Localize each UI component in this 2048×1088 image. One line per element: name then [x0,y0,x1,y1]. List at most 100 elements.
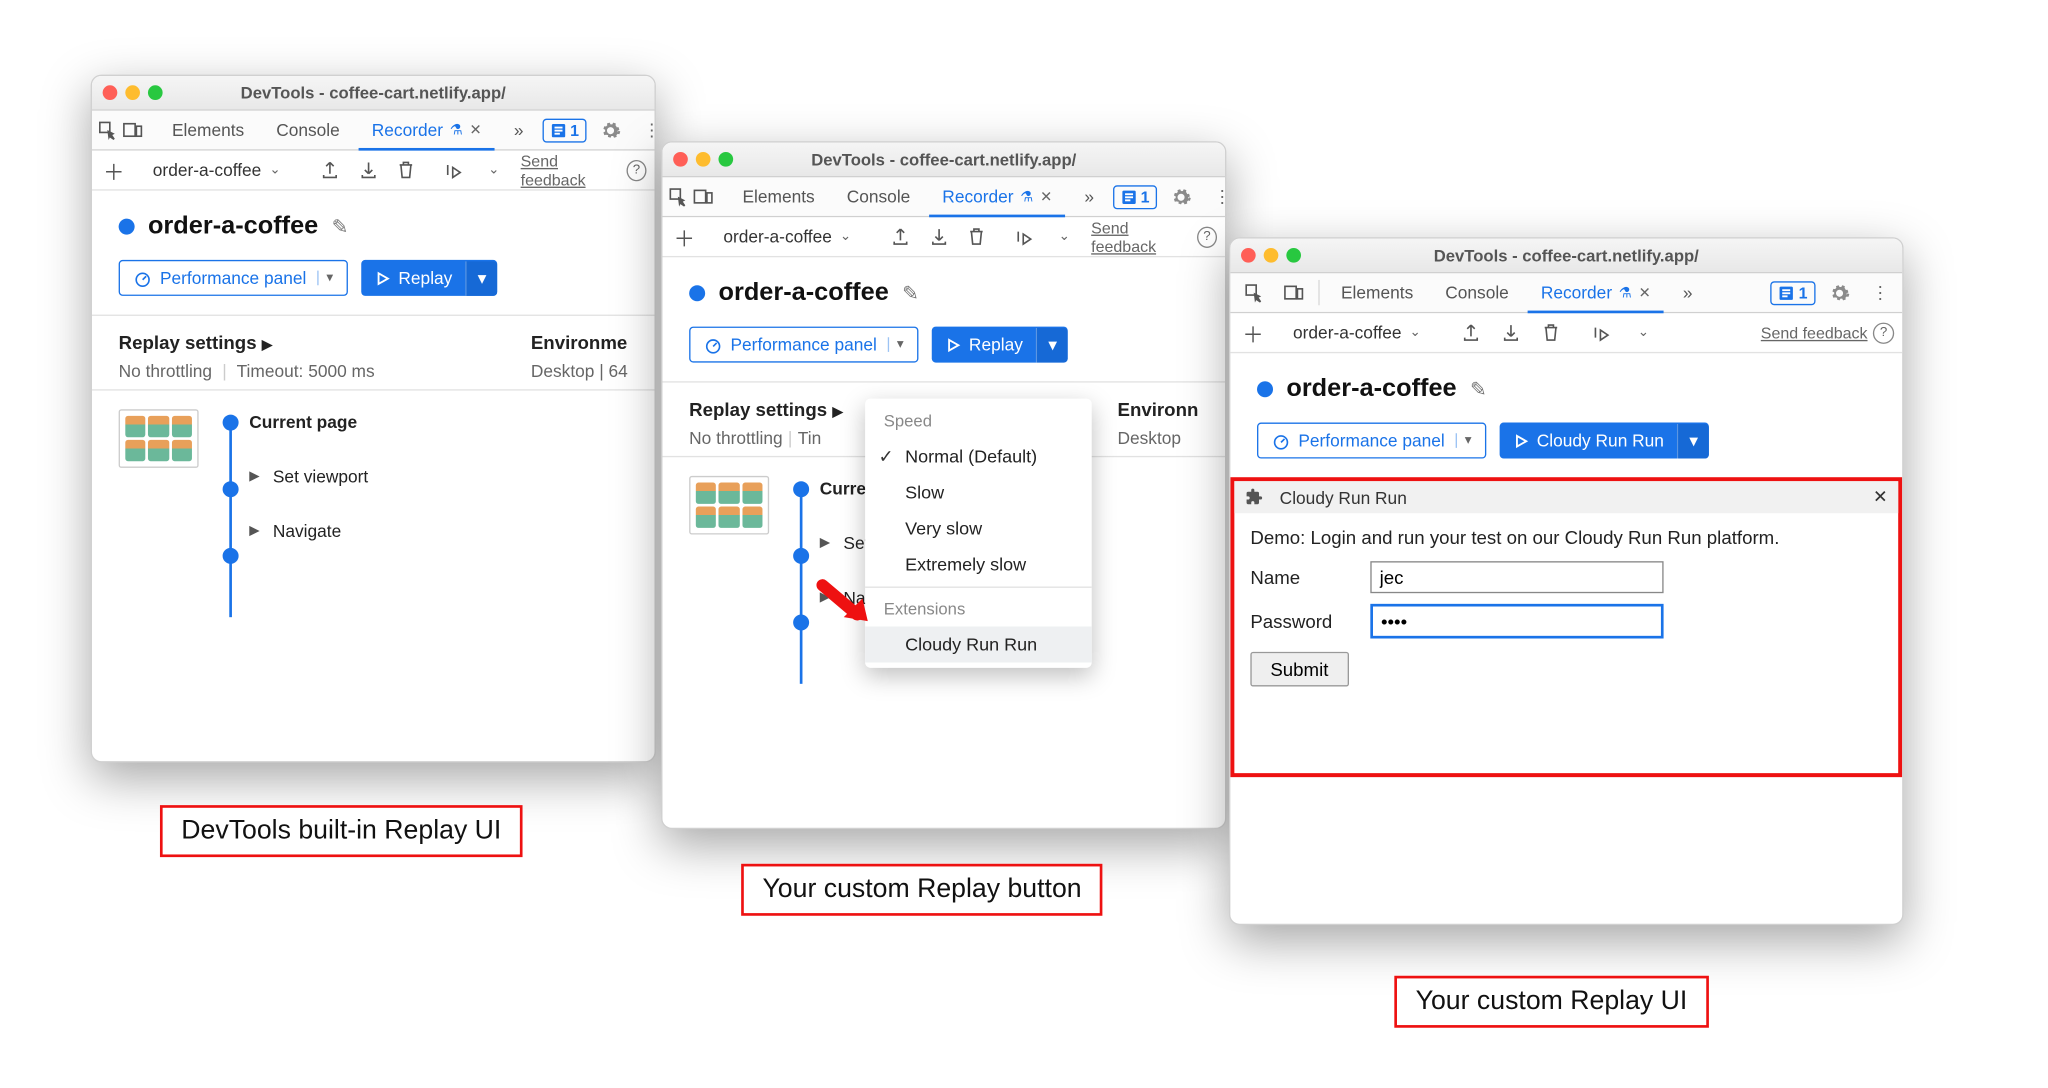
menu-item-very-slow[interactable]: Very slow [865,511,1092,547]
import-icon[interactable] [922,227,955,247]
settings-gear-icon[interactable] [592,119,629,140]
chevron-down-icon[interactable]: ▾ [317,271,333,286]
tab-recorder-label: Recorder [372,119,443,139]
inspect-icon[interactable] [97,111,117,150]
settings-gear-icon[interactable] [1163,186,1200,207]
menu-item-cloudy-run-run[interactable]: Cloudy Run Run [865,627,1092,663]
step-current-page[interactable]: Current page [249,412,368,432]
step-over-icon[interactable] [1586,323,1621,343]
tab-console[interactable]: Console [263,111,353,150]
close-panel-icon[interactable]: ✕ [1873,487,1888,508]
replay-dropdown-toggle[interactable]: ▾ [1677,423,1708,458]
import-icon[interactable] [1494,323,1529,343]
send-feedback-link[interactable]: Send feedback [1091,218,1191,255]
zoom-window-icon[interactable] [148,85,163,100]
help-icon[interactable]: ? [626,159,646,180]
import-icon[interactable] [352,160,385,180]
tab-recorder[interactable]: Recorder ⚗ ✕ [1527,273,1664,313]
delete-icon[interactable] [390,160,423,180]
recording-selector[interactable]: order-a-coffee⌄ [1285,320,1437,345]
password-input[interactable] [1370,604,1663,639]
kebab-menu-icon[interactable]: ⋮ [1206,186,1227,207]
cloudy-run-run-button[interactable]: Cloudy Run Run ▾ [1499,423,1708,459]
minimize-window-icon[interactable] [125,85,140,100]
inspect-icon[interactable] [668,177,688,216]
export-icon[interactable] [1454,323,1489,343]
export-icon[interactable] [314,160,347,180]
menu-item-slow[interactable]: Slow [865,475,1092,511]
close-window-icon[interactable] [1241,248,1256,263]
replay-dropdown-toggle[interactable]: ▾ [1036,327,1067,362]
send-feedback-link[interactable]: Send feedback [1761,323,1868,342]
tab-elements[interactable]: Elements [159,111,258,150]
zoom-window-icon[interactable] [718,152,733,167]
chevron-down-icon[interactable]: ⌄ [1626,325,1661,340]
recording-selector[interactable]: order-a-coffee ⌄ [145,157,297,182]
menu-heading-speed: Speed [865,404,1092,439]
help-icon[interactable]: ? [1873,322,1894,343]
caption-custom-ui: Your custom Replay UI [1394,976,1708,1028]
device-toolbar-icon[interactable] [123,111,143,150]
device-toolbar-icon[interactable] [1276,273,1311,312]
edit-pencil-icon[interactable]: ✎ [902,281,919,305]
send-feedback-link[interactable]: Send feedback [521,151,621,188]
tab-recorder[interactable]: Recorder ⚗ ✕ [358,111,495,151]
submit-button[interactable]: Submit [1250,652,1348,687]
menu-item-normal[interactable]: Normal (Default) [865,439,1092,475]
step-over-icon[interactable] [1010,227,1043,247]
issues-badge[interactable]: 1 [542,118,587,142]
replay-settings-heading[interactable]: Replay settings▶ [689,399,843,420]
step-set-viewport[interactable]: ▶Set viewport [249,467,368,487]
tabs-overflow[interactable]: » [1071,177,1107,216]
delete-icon[interactable] [960,227,993,247]
help-icon[interactable]: ? [1197,226,1217,247]
edit-pencil-icon[interactable]: ✎ [332,215,349,239]
zoom-window-icon[interactable] [1286,248,1301,263]
issues-badge[interactable]: 1 [1113,185,1158,209]
menu-item-extremely-slow[interactable]: Extremely slow [865,547,1092,583]
replay-settings-heading[interactable]: Replay settings▶ [119,332,375,353]
tab-recorder[interactable]: Recorder ⚗ ✕ [929,177,1066,217]
chevron-down-icon[interactable]: ⌄ [1048,229,1081,244]
tab-console[interactable]: Console [1432,273,1522,312]
tabs-overflow[interactable]: » [500,111,536,150]
chevron-down-icon[interactable]: ▾ [1455,433,1471,448]
close-tab-icon[interactable]: ✕ [470,121,482,138]
close-tab-icon[interactable]: ✕ [1639,283,1651,300]
recording-status-dot-icon [1257,381,1273,397]
close-tab-icon[interactable]: ✕ [1040,187,1052,204]
new-recording-button[interactable]: ＋ [670,221,698,253]
flask-icon: ⚗ [450,121,463,138]
close-window-icon[interactable] [103,85,118,100]
replay-button[interactable]: Replay ▾ [932,327,1068,363]
new-recording-button[interactable]: ＋ [100,154,128,186]
step-navigate[interactable]: ▶Navigate [249,521,368,541]
performance-panel-button[interactable]: Performance panel ▾ [1257,423,1486,459]
close-window-icon[interactable] [673,152,688,167]
performance-panel-button[interactable]: Performance panel ▾ [119,260,348,296]
inspect-icon[interactable] [1236,273,1271,312]
chevron-down-icon[interactable]: ▾ [888,337,904,352]
name-input[interactable] [1370,561,1663,593]
replay-dropdown-toggle[interactable]: ▾ [466,261,497,296]
edit-pencil-icon[interactable]: ✎ [1470,377,1487,401]
kebab-menu-icon[interactable]: ⋮ [635,119,656,140]
tab-elements[interactable]: Elements [729,177,828,216]
device-toolbar-icon[interactable] [693,177,713,216]
tab-console[interactable]: Console [833,177,923,216]
tab-elements[interactable]: Elements [1328,273,1427,312]
export-icon[interactable] [884,227,917,247]
issues-badge[interactable]: 1 [1771,281,1816,305]
tabs-overflow[interactable]: » [1670,273,1706,312]
kebab-menu-icon[interactable]: ⋮ [1864,282,1897,303]
replay-button[interactable]: Replay ▾ [361,260,497,296]
chevron-down-icon[interactable]: ⌄ [477,163,510,178]
delete-icon[interactable] [1534,323,1569,343]
performance-panel-button[interactable]: Performance panel ▾ [689,327,918,363]
step-over-icon[interactable] [439,160,472,180]
recording-selector[interactable]: order-a-coffee⌄ [715,224,867,249]
minimize-window-icon[interactable] [1264,248,1279,263]
minimize-window-icon[interactable] [696,152,711,167]
new-recording-button[interactable]: ＋ [1238,317,1267,349]
settings-gear-icon[interactable] [1821,282,1858,303]
